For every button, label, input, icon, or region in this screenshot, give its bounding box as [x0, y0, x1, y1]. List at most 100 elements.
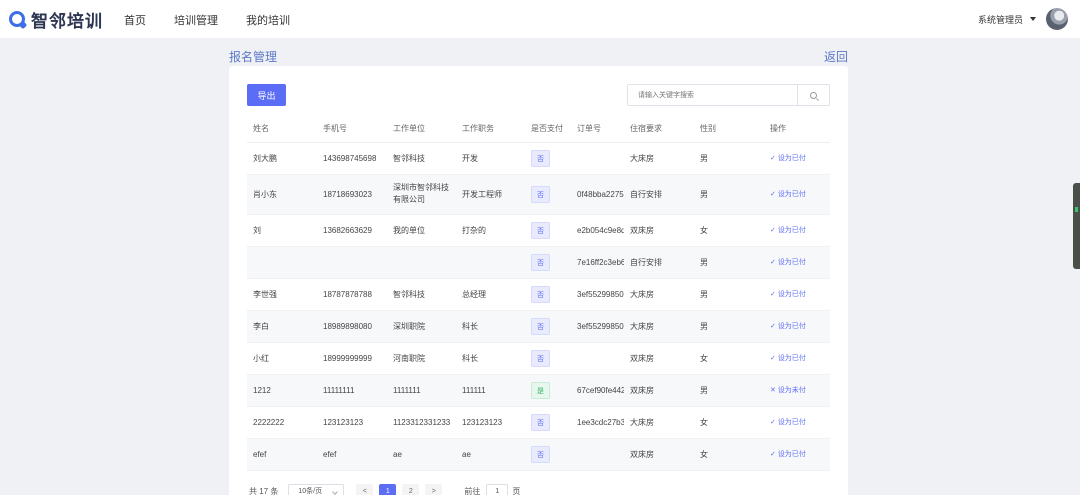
cell-name: efef: [247, 438, 317, 471]
paid-status-badge: 否: [531, 149, 550, 167]
col-header-paid: 是否支付: [525, 116, 571, 143]
set-paid-button[interactable]: ✓ 设为已付: [770, 451, 806, 458]
app-logo[interactable]: 智邻培训: [9, 8, 103, 31]
cell-gender: 男: [694, 310, 764, 343]
col-header-phone: 手机号: [317, 116, 387, 143]
action-label: 设为已付: [777, 227, 806, 234]
window-scrollbar[interactable]: [1073, 183, 1080, 269]
cell-position: 打杂的: [456, 214, 525, 247]
action-label: 设为已付: [777, 155, 806, 162]
cell-position: 123123123: [456, 406, 525, 439]
cell-name: 刘大鹏: [247, 142, 317, 175]
cell-company: 深圳职院: [387, 310, 456, 343]
paid-status-badge: 否: [531, 413, 550, 431]
cell-paid: 否: [525, 438, 571, 471]
nav-item-home[interactable]: 首页: [124, 12, 146, 28]
cell-action: ✓ 设为已付: [764, 246, 830, 279]
prev-page-button[interactable]: <: [356, 484, 374, 495]
cross-icon: ✕: [770, 387, 778, 394]
caret-down-icon[interactable]: [1030, 17, 1036, 21]
cell-lodging: 大床房: [624, 310, 694, 343]
cell-paid: 是: [525, 374, 571, 407]
set-paid-button[interactable]: ✓ 设为已付: [770, 191, 806, 198]
cell-order: 67cef90fe442: [571, 374, 624, 407]
page-button-2[interactable]: 2: [402, 484, 420, 495]
col-header-gender: 性别: [694, 116, 764, 143]
cell-paid: 否: [525, 214, 571, 247]
check-icon: ✓: [770, 155, 778, 162]
top-navbar: 智邻培训 首页 培训管理 我的培训 系统管理员: [0, 0, 1080, 38]
cell-action: ✓ 设为已付: [764, 310, 830, 343]
goto-page-input[interactable]: 1: [486, 484, 509, 495]
action-label: 设为已付: [777, 451, 806, 458]
cell-company: [387, 246, 456, 279]
main-nav: 首页 培训管理 我的培训: [124, 12, 290, 28]
paid-status-badge: 是: [531, 381, 550, 399]
cell-paid: 否: [525, 342, 571, 375]
col-header-position: 工作职务: [456, 116, 525, 143]
cell-position: 总经理: [456, 278, 525, 311]
table-body: 刘大鹏 143698745698 智邻科技 开发 否 大床房 男 ✓ 设为已付 …: [247, 142, 830, 471]
cell-lodging: 双床房: [624, 342, 694, 375]
back-link[interactable]: 返回: [824, 48, 848, 65]
set-paid-button[interactable]: ✓ 设为已付: [770, 323, 806, 330]
goto-suffix: 页: [512, 486, 521, 495]
set-paid-button[interactable]: ✓ 设为已付: [770, 155, 806, 162]
cell-action: ✓ 设为已付: [764, 278, 830, 311]
cell-gender: 男: [694, 246, 764, 279]
logo-text: 智邻培训: [31, 11, 103, 31]
cell-gender: 男: [694, 374, 764, 407]
search-box: [627, 84, 830, 106]
cell-action: ✓ 设为已付: [764, 342, 830, 375]
table-row: 李白 18989898080 深圳职院 科长 否 3ef552998503 大床…: [247, 310, 830, 343]
cell-company: 河南职院: [387, 342, 456, 375]
cell-order: [571, 342, 624, 375]
cell-position: 科长: [456, 342, 525, 375]
cell-phone: 123123123: [317, 406, 387, 439]
paid-status-badge: 否: [531, 253, 550, 271]
cell-order: 1ee3cdc27b3: [571, 406, 624, 439]
nav-item-training-management[interactable]: 培训管理: [174, 12, 218, 28]
page-size-select[interactable]: 10条/页: [288, 484, 345, 495]
cell-name: 肖小东: [247, 174, 317, 215]
export-button[interactable]: 导出: [247, 84, 286, 106]
set-paid-button[interactable]: ✓ 设为已付: [770, 259, 806, 266]
search-button[interactable]: [797, 85, 829, 105]
cell-position: 111111: [456, 374, 525, 407]
set-paid-button[interactable]: ✓ 设为已付: [770, 419, 806, 426]
search-input[interactable]: [628, 85, 797, 105]
cell-gender: 男: [694, 142, 764, 175]
cell-gender: 女: [694, 438, 764, 471]
user-menu[interactable]: 系统管理员: [978, 8, 1068, 30]
cell-action: ✓ 设为已付: [764, 406, 830, 439]
action-label: 设为已付: [777, 419, 806, 426]
paid-status-badge: 否: [531, 285, 550, 303]
user-name: 系统管理员: [977, 14, 1023, 25]
cell-name: 李白: [247, 310, 317, 343]
set-unpaid-button[interactable]: ✕ 设为未付: [770, 387, 806, 394]
set-paid-button[interactable]: ✓ 设为已付: [770, 291, 806, 298]
cell-company: 智邻科技: [387, 278, 456, 311]
set-paid-button[interactable]: ✓ 设为已付: [770, 355, 806, 362]
registration-card: 导出 姓名 手机号 工作单位 工作职务 是否支付 订单号 住宿要求 性别 操作: [229, 66, 848, 495]
table-row: 2222222 123123123 1123312331233 12312312…: [247, 406, 830, 439]
action-label: 设为已付: [777, 259, 806, 266]
paid-status-badge: 否: [531, 445, 550, 463]
col-header-lodging: 住宿要求: [624, 116, 694, 143]
cell-position: 开发: [456, 142, 525, 175]
cell-lodging: 自行安排: [624, 174, 694, 215]
page-button-1[interactable]: 1: [379, 484, 397, 495]
cell-phone: 18999999999: [317, 342, 387, 375]
col-header-company: 工作单位: [387, 116, 456, 143]
table-row: 小红 18999999999 河南职院 科长 否 双床房 女 ✓ 设为已付: [247, 342, 830, 375]
avatar[interactable]: [1046, 8, 1068, 30]
cell-position: 科长: [456, 310, 525, 343]
col-header-name: 姓名: [247, 116, 317, 143]
next-page-button[interactable]: >: [425, 484, 443, 495]
cell-company: 1123312331233: [387, 406, 456, 439]
set-paid-button[interactable]: ✓ 设为已付: [770, 227, 806, 234]
cell-position: 开发工程师: [456, 174, 525, 215]
cell-action: ✓ 设为已付: [764, 174, 830, 215]
cell-phone: 18718693023: [317, 174, 387, 215]
nav-item-my-training[interactable]: 我的培训: [246, 12, 290, 28]
